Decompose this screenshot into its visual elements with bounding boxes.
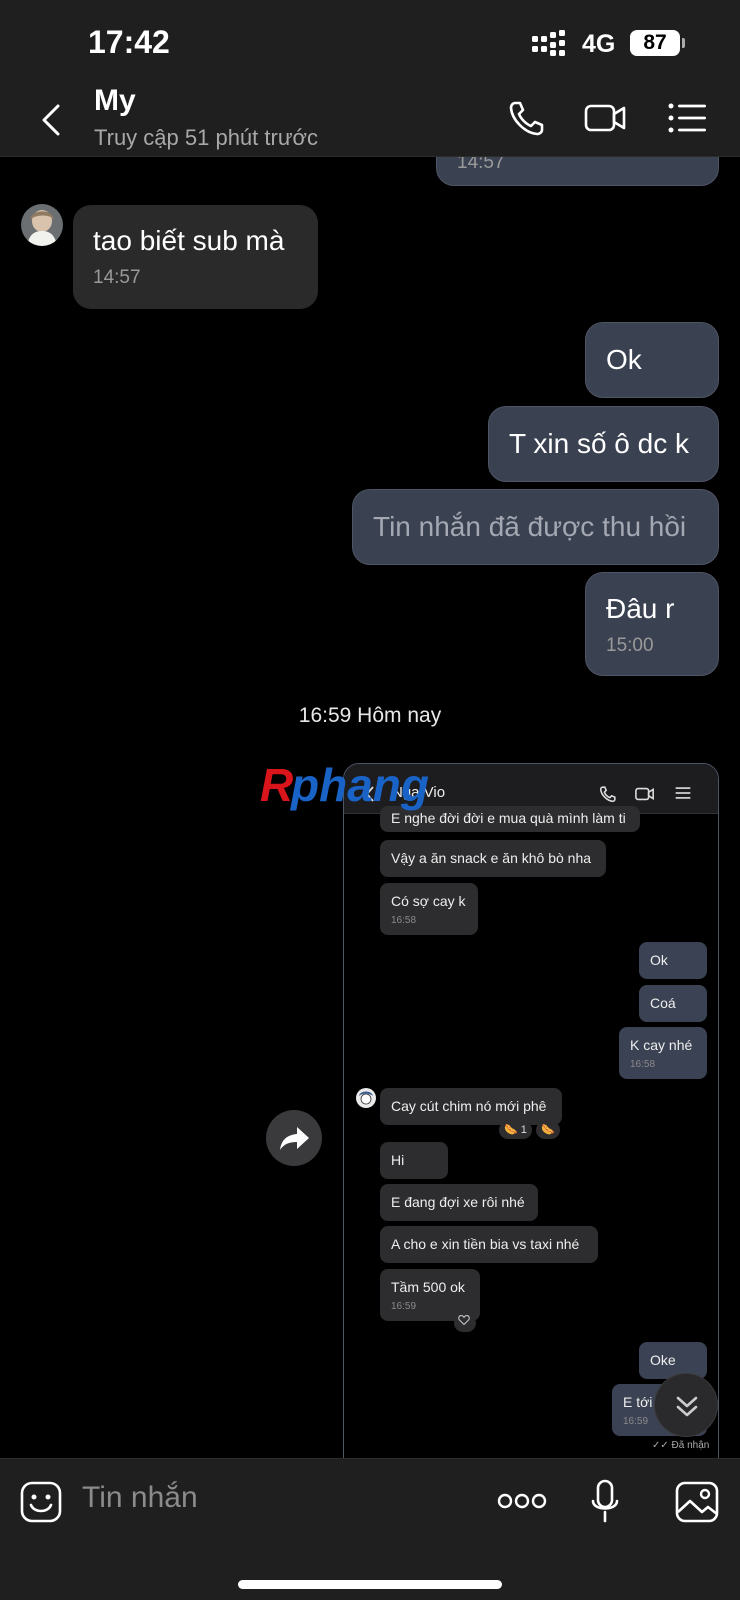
screenshot-message-text: A cho e xin tiền bia vs taxi nhé — [391, 1236, 580, 1252]
screenshot-message-text: Hi — [391, 1152, 405, 1168]
back-icon[interactable] — [34, 98, 70, 142]
chat-header: My Truy cập 51 phút trước — [0, 84, 740, 157]
battery-indicator: 87 — [630, 30, 680, 56]
screenshot-message: A cho e xin tiền bia vs taxi nhé — [380, 1226, 598, 1263]
contact-name[interactable]: My — [94, 84, 136, 118]
menu-list-icon — [675, 787, 691, 799]
battery-tip — [682, 38, 685, 48]
video-call-icon — [635, 787, 654, 801]
screenshot-message-text: Oke — [650, 1352, 676, 1368]
reaction-emoji-icon: 🌭 — [541, 1124, 555, 1136]
recalled-message-text: Tin nhắn đã được thu hồi — [373, 511, 687, 542]
signal-strength-icon — [532, 30, 565, 56]
screenshot-message-text: Ok — [650, 952, 668, 968]
double-chevron-down-icon — [676, 1396, 698, 1417]
screenshot-message-text: Vậy a ăn snack e ăn khô bò nha — [391, 850, 592, 866]
message-text: Ok — [606, 344, 642, 375]
screenshot-message: Có sợ cay k 16:58 — [380, 883, 478, 935]
screenshot-message: Coá — [639, 985, 707, 1022]
screenshot-message: Ok — [639, 942, 707, 979]
screenshot-message-time: 16:58 — [391, 915, 417, 926]
message-composer: Tin nhắn — [0, 1458, 740, 1600]
more-icon[interactable] — [497, 1489, 547, 1513]
watermark-logo: R phang — [260, 759, 429, 811]
phone-icon[interactable] — [505, 96, 549, 140]
avatar-image — [21, 204, 63, 246]
screenshot-avatar — [356, 1088, 376, 1108]
screenshot-message-text: Tầm 500 ok — [391, 1279, 465, 1295]
day-separator: 16:59 Hôm nay — [298, 704, 442, 727]
message-bubble-outgoing[interactable]: Ok — [585, 322, 719, 398]
shared-screenshot-image[interactable]: Nga Vio E nghe đời đời e mua quà mình là… — [343, 763, 719, 1458]
screenshot-message: Vậy a ăn snack e ăn khô bò nha — [380, 840, 606, 877]
watermark-word: phang — [289, 759, 429, 811]
screenshot-message-text: E đang đợi xe rôi nhé — [391, 1194, 525, 1210]
microphone-icon[interactable] — [590, 1479, 620, 1525]
contact-last-seen: Truy cập 51 phút trước — [94, 125, 318, 150]
watermark-letter-r: R — [260, 759, 293, 811]
status-time: 17:42 — [88, 24, 170, 60]
screenshot-message-text: Có sợ cay k — [391, 893, 466, 909]
message-list[interactable]: 14:57 tao biết sub mà 14:57 Ok T xin số … — [0, 157, 740, 1458]
reaction-count: 1 — [520, 1124, 527, 1136]
message-input[interactable]: Tin nhắn — [82, 1481, 198, 1515]
screenshot-message: K cay nhé 16:58 — [619, 1027, 707, 1079]
double-check-icon: ✓✓ — [652, 1440, 669, 1451]
reaction-emoji-icon: 🌭 — [504, 1124, 518, 1136]
screenshot-message: Cay cút chim nó mới phê — [380, 1088, 562, 1125]
recalled-message-bubble[interactable]: Tin nhắn đã được thu hồi — [352, 489, 719, 565]
phone-icon — [599, 786, 616, 803]
screenshot-message-text: Cay cút chim nó mới phê — [391, 1098, 547, 1114]
menu-list-icon[interactable] — [666, 96, 710, 140]
forward-icon — [280, 1127, 309, 1150]
screenshot-reaction-count: 🌭 1 — [499, 1121, 532, 1139]
screenshot-message-time: 16:59 — [391, 1301, 417, 1312]
screenshot-message: E đang đợi xe rôi nhé — [380, 1184, 538, 1221]
contact-avatar[interactable] — [21, 204, 63, 246]
message-text: tao biết sub mà — [93, 225, 285, 256]
message-text: T xin số ô dc k — [509, 428, 690, 459]
screenshot-message-text: Coá — [650, 995, 676, 1011]
screenshot-reaction: 🌭 — [536, 1121, 560, 1139]
received-label: Đã nhận — [671, 1440, 710, 1451]
image-icon[interactable] — [675, 1481, 719, 1523]
video-call-icon[interactable] — [584, 96, 628, 140]
message-time: 14:57 — [457, 157, 505, 173]
screenshot-message-time: 16:58 — [630, 1059, 656, 1070]
screenshot-message: Hi — [380, 1142, 448, 1179]
message-text: Đâu r — [606, 593, 675, 624]
scroll-to-bottom-button[interactable] — [654, 1373, 718, 1437]
message-bubble-outgoing[interactable]: T xin số ô dc k — [488, 406, 719, 482]
emoji-icon[interactable] — [20, 1481, 62, 1523]
network-type: 4G — [582, 30, 616, 58]
screenshot-reaction-heart — [454, 1314, 476, 1332]
home-indicator[interactable] — [238, 1580, 502, 1589]
message-bubble-incoming[interactable]: tao biết sub mà 14:57 — [73, 205, 318, 309]
screenshot-message-text: K cay nhé — [630, 1037, 693, 1053]
message-bubble-outgoing[interactable]: Đâu r 15:00 — [585, 572, 719, 676]
message-time: 15:00 — [606, 635, 654, 656]
message-time: 14:57 — [93, 267, 141, 288]
screenshot-received-status: ✓✓ Đã nhận — [652, 1440, 709, 1451]
heart-icon — [458, 1314, 470, 1326]
battery-level: 87 — [643, 31, 667, 54]
message-bubble-outgoing[interactable]: 14:57 — [436, 157, 719, 186]
status-bar: 17:42 4G 87 — [0, 0, 740, 84]
forward-button[interactable] — [266, 1110, 322, 1166]
